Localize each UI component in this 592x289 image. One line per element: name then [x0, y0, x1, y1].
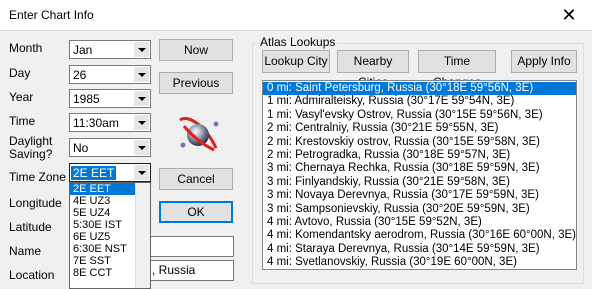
timezone-option[interactable]: 6:30E NST [70, 243, 137, 255]
atlas-group-title: Atlas Lookups [258, 35, 338, 49]
list-item[interactable]: 3 mi: Sampsonievskiy, Russia (30°20E 59°… [263, 203, 576, 216]
timezone-option[interactable]: 7E SST [70, 255, 137, 267]
dst-select[interactable]: No [69, 138, 151, 157]
list-item[interactable]: 2 mi: Centralniy, Russia (30°21E 59°55N,… [263, 122, 576, 135]
timezone-option[interactable]: 5E UZ4 [70, 207, 137, 219]
timezone-option[interactable]: 8E CCT [70, 267, 137, 279]
title-bar: Enter Chart Info ✕ [0, 0, 592, 31]
month-value: Jan [73, 43, 93, 57]
list-item[interactable]: 2 mi: Petrogradka, Russia (30°18E 59°57N… [263, 149, 576, 162]
timezone-options: 2E EET 4E UZ3 5E UZ4 5:30E IST 6E UZ5 6:… [70, 183, 137, 279]
timezone-value: 2E EET [71, 166, 117, 180]
dst-label-line1: Daylight [9, 134, 53, 148]
name-label: Name [9, 244, 42, 258]
chevron-down-icon[interactable] [134, 140, 149, 155]
now-button[interactable]: Now [159, 39, 233, 61]
nearby-cities-button[interactable]: Nearby Cities [337, 50, 409, 89]
day-value: 26 [73, 68, 87, 82]
year-label: Year [9, 90, 34, 104]
list-item[interactable]: 3 mi: Chernaya Rechka, Russia (30°18E 59… [263, 162, 576, 175]
chevron-down-icon[interactable] [134, 115, 149, 130]
atlas-results-list[interactable]: 0 mi: Saint Petersburg, Russia (30°18E 5… [262, 80, 577, 270]
timezone-option[interactable]: 2E EET [70, 183, 137, 195]
chevron-down-icon[interactable] [134, 91, 149, 106]
dst-value: No [73, 141, 89, 155]
ok-button[interactable]: OK [159, 201, 233, 223]
time-label: Time [9, 114, 36, 128]
list-item[interactable]: 4 mi: Avtovo, Russia (30°15E 59°52N, 3E) [263, 216, 576, 229]
dropdown-scrollbar[interactable] [135, 183, 150, 288]
time-select[interactable]: 11:30am [69, 113, 151, 132]
lookup-city-button[interactable]: Lookup City [262, 50, 330, 73]
timezone-option[interactable]: 6E UZ5 [70, 231, 137, 243]
window-title: Enter Chart Info [9, 8, 94, 22]
cancel-button[interactable]: Cancel [159, 168, 233, 190]
list-item[interactable]: 1 mi: Admiralteisky, Russia (30°17E 59°5… [263, 95, 576, 108]
timezone-option[interactable]: 4E UZ3 [70, 195, 137, 207]
chevron-down-icon[interactable] [134, 67, 149, 82]
list-item[interactable]: 0 mi: Saint Petersburg, Russia (30°18E 5… [263, 82, 576, 96]
location-value: , Russia [152, 263, 196, 277]
timezone-option[interactable]: 5:30E IST [70, 219, 137, 231]
close-icon[interactable]: ✕ [546, 0, 592, 30]
list-item[interactable]: 3 mi: Novaya Derevnya, Russia (30°17E 59… [263, 189, 576, 202]
timezone-select[interactable]: 2E EET [69, 163, 151, 182]
latitude-label: Latitude [9, 220, 52, 234]
previous-button[interactable]: Previous [159, 72, 233, 94]
planet-logo-icon [179, 117, 219, 152]
month-label: Month [9, 41, 43, 55]
timezone-label: Time Zone [9, 170, 66, 184]
time-value: 11:30am [73, 116, 119, 130]
time-changes-button[interactable]: Time Changes [418, 50, 496, 89]
chevron-down-icon[interactable] [134, 42, 149, 57]
dst-label-line2: Saving? [9, 147, 53, 161]
list-item[interactable]: 4 mi: Staraya Derevnya, Russia (30°14E 5… [263, 243, 576, 256]
location-label: Location [9, 268, 55, 282]
year-value: 1985 [73, 92, 100, 106]
day-select[interactable]: 26 [69, 65, 151, 84]
timezone-dropdown-overlay[interactable]: 2E EET 4E UZ3 5E UZ4 5:30E IST 6E UZ5 6:… [69, 182, 151, 289]
month-select[interactable]: Jan [69, 40, 151, 59]
year-select[interactable]: 1985 [69, 89, 151, 108]
list-item[interactable]: 4 mi: Komendantsky aerodrom, Russia (30°… [263, 229, 576, 242]
list-item[interactable]: 2 mi: Krestovskiy ostrov, Russia (30°15E… [263, 136, 576, 149]
list-item[interactable]: 3 mi: Finlyandskiy, Russia (30°21E 59°58… [263, 176, 576, 189]
day-label: Day [9, 66, 31, 80]
longitude-label: Longitude [9, 196, 62, 210]
list-item[interactable]: 4 mi: Svetlanovskiy, Russia (30°19E 60°0… [263, 256, 576, 269]
chevron-down-icon[interactable] [134, 165, 149, 180]
list-item[interactable]: 1 mi: Vasyl'evsky Ostrov, Russia (30°15E… [263, 109, 576, 122]
apply-info-button[interactable]: Apply Info [511, 50, 577, 73]
